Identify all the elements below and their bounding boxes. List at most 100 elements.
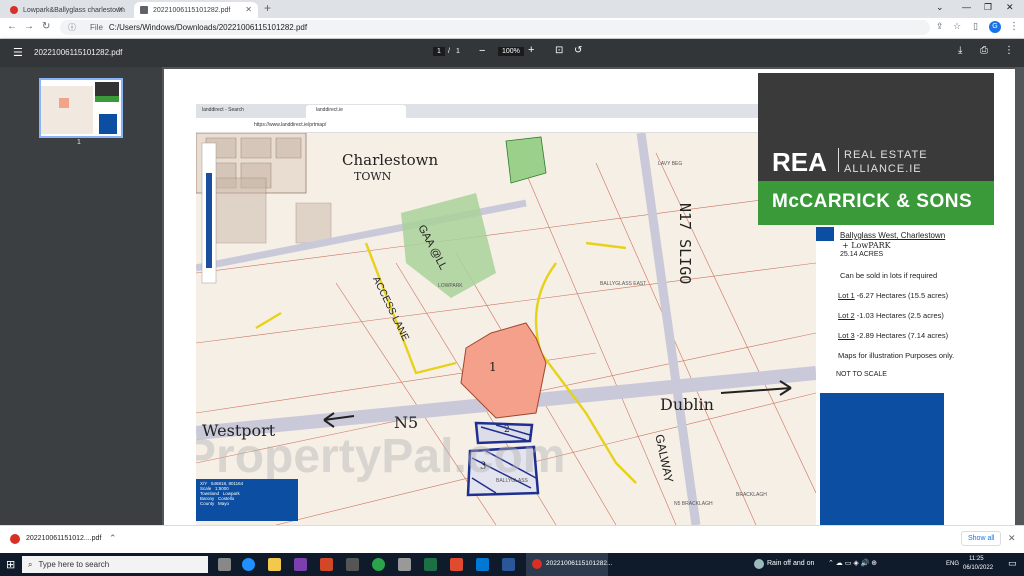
task-view-icon[interactable] [218,558,231,571]
embedded-url: https://www.landdirect.ie/prtmap/ [254,122,327,128]
label-lowpark: LOWPARK [438,283,463,289]
listing-not-to-scale: NOT TO SCALE [836,371,887,378]
zoom-level-input[interactable]: 100% [498,47,524,56]
embedded-tabstrip: landdirect - Search landdirect.ie [196,104,762,118]
word-icon[interactable] [502,558,515,571]
app-icon[interactable] [398,558,411,571]
restore-icon[interactable]: ❐ [984,2,992,13]
taskbar-search[interactable]: ⌕ Type here to search [22,556,208,573]
share-icon[interactable]: ⇪ [936,21,944,32]
info-row: County Mayo [200,501,230,506]
info-icon[interactable]: ⓘ [68,22,76,33]
page-number-input[interactable]: 1 [433,47,445,56]
window-close-icon[interactable]: ✕ [1006,2,1014,13]
chrome-pdf-icon [10,534,20,544]
mccarrick-sons-text: McCARRICK & SONS [772,191,973,212]
pdf-filename: 20221006115101282.pdf [34,48,123,57]
more-actions-icon[interactable]: ⋮ [1004,45,1014,56]
edge-icon[interactable] [242,558,255,571]
blue-corner [816,227,834,241]
sidepanel-icon[interactable]: ▯ [973,21,978,32]
mail-icon[interactable] [476,558,489,571]
back-icon[interactable]: ← [7,21,17,32]
listing-panel: Ballyglass West, Charlestown + LowPARK 2… [816,227,994,525]
clock-date[interactable]: 06/10/2022 [963,565,993,571]
label-charlestown: Charlestown [342,151,439,169]
pdf-app-icon [532,559,542,569]
thumbnail-page-number: 1 [77,139,81,146]
embedded-tab-2: landdirect.ie [316,107,343,113]
zoom-in-button[interactable]: + [528,44,534,56]
address-url: C:/Users/Windows/Downloads/2022100611510… [108,23,308,32]
browser-tab-pdf[interactable]: 20221006115101282.pdf ✕ [134,2,258,18]
search-icon: ⌕ [28,559,33,569]
listing-handwritten-lowpark: + LowPARK [842,241,891,250]
rea-logo-text: REA [772,147,827,177]
forward-icon[interactable]: → [24,21,34,32]
rea-brand-block: REA REAL ESTATE ALLIANCE.IE [758,73,994,181]
weather-text[interactable]: Rain off and on [767,560,814,567]
clock-time[interactable]: 11:25 [969,556,984,562]
excel-icon[interactable] [424,558,437,571]
page-separator: / [448,48,450,55]
real-estate-text: REAL ESTATE [844,149,928,161]
onenote-icon[interactable] [294,558,307,571]
menu-kebab-icon[interactable]: ⋮ [1009,21,1019,32]
windows-start-icon[interactable]: ⊞ [6,558,15,571]
listing-maps-note: Maps for illustration Purposes only. [838,351,955,360]
label-dublin: Dublin [660,395,714,414]
navigation-bar: ← → ↻ ⓘ File C:/Users/Windows/Downloads/… [0,18,1024,39]
chevron-up-icon[interactable]: ⌃ [109,533,117,544]
download-file-name[interactable]: 202210061151012....pdf [26,535,101,542]
close-icon[interactable]: ✕ [245,5,252,14]
minimize-icon[interactable]: — [962,2,971,12]
embedded-tab-1: landdirect - Search [202,107,244,113]
pdf-favicon-icon [140,6,148,14]
download-icon[interactable]: ⤓ [958,45,962,56]
browser-tab-lowpark[interactable]: Lowpark&Ballyglass charlestown ✕ [4,2,130,18]
new-tab-button[interactable]: + [264,1,271,15]
lot-3-line: Lot 3 -2.89 Hectares (7.14 acres) [838,331,949,340]
address-bar[interactable]: ⓘ File C:/Users/Windows/Downloads/202210… [60,20,930,35]
map-info-box: X/Y 546818, 801164 Scale 1:5000 Townland… [196,479,298,521]
bookmark-star-icon[interactable]: ☆ [953,21,961,32]
blue-panel [820,393,944,525]
hamburger-menu-icon[interactable]: ☰ [13,46,23,59]
label-town: TOWN [354,170,392,183]
close-icon[interactable]: ✕ [117,5,124,14]
download-bar: 202210061151012....pdf ⌃ Show all ✕ [0,525,1024,554]
pdf-toolbar: ☰ 20221006115101282.pdf 1 / 1 − 100% + ⊡… [0,39,1024,67]
taskbar-active-window[interactable]: 20221006115101282... [526,553,612,576]
chrome-icon[interactable] [372,558,385,571]
powerpoint-icon[interactable] [320,558,333,571]
watermark: PropertyPal.com [196,430,566,483]
file-explorer-icon[interactable] [268,558,281,571]
print-icon[interactable]: ⎙ [980,45,988,56]
logo-divider [838,148,839,172]
label-n17-sligo: N17 SLIGO [676,203,694,285]
close-download-bar-icon[interactable]: ✕ [1008,533,1016,544]
language-indicator[interactable]: ENG [946,561,959,567]
lot-1-marker: 1 [489,360,497,374]
rotate-icon[interactable]: ↺ [574,45,582,56]
land-map: Charlestown TOWN GAA @LL N17 SLIGO ACCES… [196,133,816,525]
tab-title: 20221006115101282.pdf [153,6,231,14]
acrobat-icon[interactable] [450,558,463,571]
active-window-title: 20221006115101282... [546,560,613,567]
profile-avatar[interactable]: G [989,21,1001,33]
tab-search-icon[interactable]: ⌄ [936,2,944,13]
weather-icon[interactable] [754,559,764,569]
app-icon[interactable] [346,558,359,571]
system-tray-icons[interactable]: ⌃ ☁ ▭ ◈ 🔊 ⊕ [828,559,877,567]
alliance-text: ALLIANCE.IE [844,163,922,175]
listing-lots-note: Can be sold in lots if required [840,271,938,280]
show-all-button[interactable]: Show all [961,531,1002,546]
tab-title: Lowpark&Ballyglass charlestown [23,6,125,14]
address-scheme: File [90,23,103,32]
notification-icon[interactable]: ▭ [1008,558,1017,569]
fit-page-icon[interactable]: ⊡ [555,45,563,56]
page-thumbnail[interactable] [39,78,123,138]
listing-acres: 25.14 ACRES [840,251,884,258]
reload-icon[interactable]: ↻ [42,21,50,32]
zoom-out-button[interactable]: − [479,45,485,57]
